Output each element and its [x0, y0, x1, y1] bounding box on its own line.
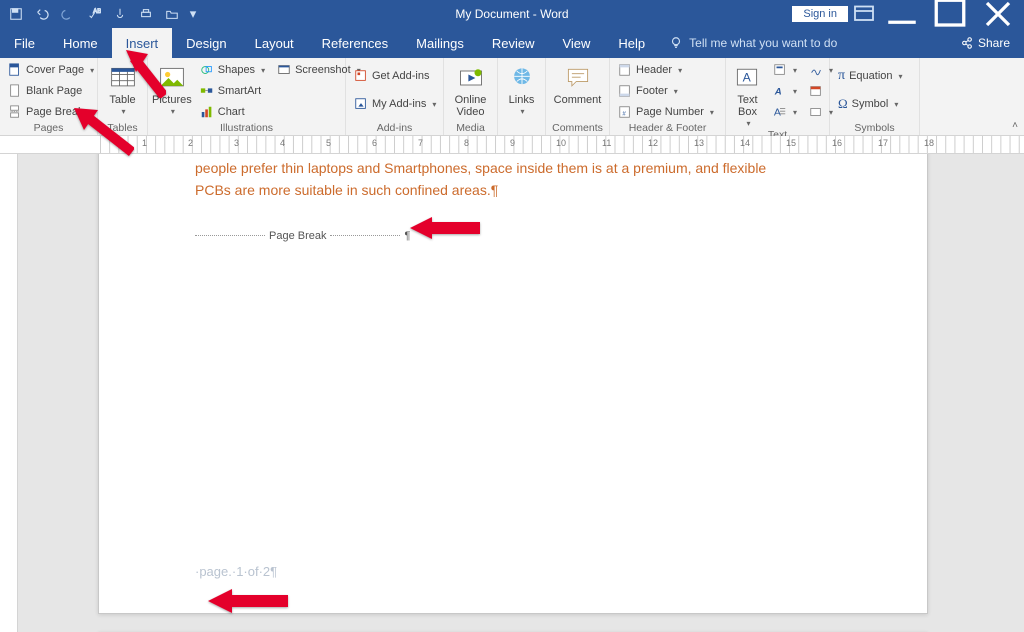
- group-addins-label: Add-ins: [350, 122, 439, 135]
- titlebar-right: Sign in: [792, 2, 1024, 26]
- tab-help[interactable]: Help: [604, 28, 659, 58]
- horizontal-ruler[interactable]: 123456789101112131415161718: [0, 136, 1024, 154]
- blank-page-button[interactable]: Blank Page: [4, 81, 98, 101]
- ruler-ticks: 123456789101112131415161718: [100, 136, 1024, 153]
- svg-text:ABC: ABC: [93, 8, 101, 15]
- tab-home[interactable]: Home: [49, 28, 112, 58]
- tab-file[interactable]: File: [0, 28, 49, 58]
- group-symbols: πEquation▾ ΩSymbol▾ Symbols: [830, 58, 920, 135]
- group-illustrations: Pictures▾ Shapes▾ SmartArt Chart Screens…: [148, 58, 346, 135]
- get-addins-button[interactable]: Get Add-ins: [350, 66, 440, 86]
- tell-me-label: Tell me what you want to do: [689, 36, 837, 50]
- group-symbols-label: Symbols: [834, 122, 915, 135]
- group-comments-label: Comments: [550, 122, 605, 135]
- svg-text:A: A: [774, 87, 782, 98]
- cover-page-button[interactable]: Cover Page▾: [4, 60, 98, 80]
- tab-design[interactable]: Design: [172, 28, 240, 58]
- signature-button[interactable]: ▾: [805, 60, 825, 80]
- equation-button[interactable]: πEquation▾: [834, 66, 907, 86]
- group-media: Online Video Media: [444, 58, 498, 135]
- vertical-ruler[interactable]: [0, 154, 18, 632]
- footer-button[interactable]: Footer▾: [614, 81, 718, 101]
- links-button[interactable]: Links▾: [502, 60, 541, 117]
- svg-text:#: #: [622, 111, 626, 118]
- tab-layout[interactable]: Layout: [241, 28, 308, 58]
- share-label: Share: [978, 36, 1010, 50]
- spellcheck-icon[interactable]: ABC: [82, 2, 106, 26]
- shapes-button[interactable]: Shapes▾: [196, 60, 269, 80]
- window-title: My Document - Word: [455, 7, 568, 21]
- touch-icon[interactable]: [108, 2, 132, 26]
- object-button[interactable]: ▾: [805, 102, 825, 122]
- quickprint-icon[interactable]: [134, 2, 158, 26]
- svg-text:A: A: [743, 71, 752, 85]
- quick-access-toolbar: ABC ▾: [0, 2, 200, 26]
- chart-button[interactable]: Chart: [196, 102, 269, 122]
- tab-review[interactable]: Review: [478, 28, 549, 58]
- page-1: people prefer thin laptops and Smartphon…: [98, 154, 928, 614]
- page-number-field[interactable]: ·page.·1·of·2¶: [195, 564, 277, 579]
- tab-references[interactable]: References: [308, 28, 402, 58]
- annotation-arrow: [74, 108, 134, 156]
- smartart-button[interactable]: SmartArt: [196, 81, 269, 101]
- datetime-button[interactable]: [805, 81, 825, 101]
- maximize-icon[interactable]: [928, 2, 972, 26]
- signin-button[interactable]: Sign in: [792, 6, 848, 22]
- page-number-button[interactable]: #Page Number▾: [614, 102, 718, 122]
- wordart-button[interactable]: A▾: [769, 81, 801, 101]
- close-icon[interactable]: [976, 2, 1020, 26]
- svg-text:A: A: [774, 107, 781, 119]
- collapse-ribbon-icon[interactable]: ˄: [1012, 120, 1018, 131]
- group-text: A Text Box▾ ▾ A▾ A▾ ▾ ▾ Text: [726, 58, 830, 135]
- group-addins: Get Add-ins My Add-ins▾ Add-ins: [346, 58, 444, 135]
- symbol-button[interactable]: ΩSymbol▾: [834, 94, 907, 114]
- ribbon-display-icon[interactable]: [852, 2, 876, 26]
- annotation-arrow: [126, 50, 166, 98]
- save-icon[interactable]: [4, 2, 28, 26]
- pilcrow-icon: ¶: [491, 182, 499, 198]
- lightbulb-icon: [669, 36, 683, 50]
- dropcap-button[interactable]: A▾: [769, 102, 801, 122]
- redo-icon[interactable]: [56, 2, 80, 26]
- group-illus-label: Illustrations: [152, 122, 341, 135]
- group-hf-label: Header & Footer: [614, 122, 721, 135]
- group-links: Links▾ Links: [498, 58, 546, 135]
- body-text-line[interactable]: PCBs are more suitable in such confined …: [195, 179, 831, 201]
- header-button[interactable]: Header▾: [614, 60, 718, 80]
- qat-customize-icon[interactable]: ▾: [186, 2, 200, 26]
- tell-me-search[interactable]: Tell me what you want to do: [659, 28, 837, 58]
- quickparts-button[interactable]: ▾: [769, 60, 801, 80]
- titlebar: ABC ▾ My Document - Word Sign in: [0, 0, 1024, 28]
- comment-button[interactable]: Comment: [550, 60, 605, 106]
- undo-icon[interactable]: [30, 2, 54, 26]
- group-comments: Comment Comments: [546, 58, 610, 135]
- group-media-label: Media: [448, 122, 493, 135]
- annotation-arrow: [410, 215, 480, 241]
- textbox-button[interactable]: A Text Box▾: [730, 60, 765, 129]
- page-break-marker[interactable]: Page Break ¶: [195, 230, 831, 242]
- annotation-arrow: [208, 588, 288, 614]
- body-text-line[interactable]: people prefer thin laptops and Smartphon…: [195, 157, 831, 179]
- page-break-label: Page Break: [265, 230, 330, 242]
- minimize-icon[interactable]: [880, 2, 924, 26]
- group-header-footer: Header▾ Footer▾ #Page Number▾ Header & F…: [610, 58, 726, 135]
- document-area[interactable]: people prefer thin laptops and Smartphon…: [0, 154, 1024, 632]
- online-video-button[interactable]: Online Video: [449, 60, 493, 118]
- tab-view[interactable]: View: [548, 28, 604, 58]
- folder-icon[interactable]: [160, 2, 184, 26]
- my-addins-button[interactable]: My Add-ins▾: [350, 94, 440, 114]
- share-icon: [960, 36, 974, 50]
- tab-mailings[interactable]: Mailings: [402, 28, 478, 58]
